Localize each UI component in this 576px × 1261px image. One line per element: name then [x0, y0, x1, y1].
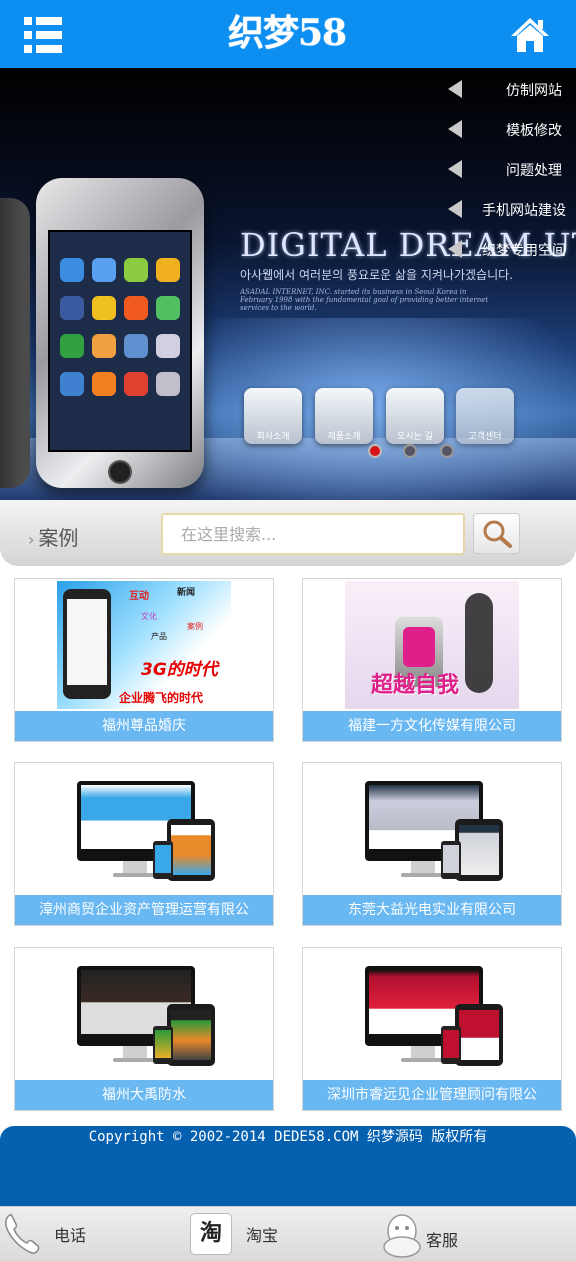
case-caption: 福州大禹防水 [15, 1080, 273, 1110]
case-caption: 福建一方文化传媒有限公司 [303, 711, 561, 741]
case-caption: 漳州商贸企业资产管理运营有限公 [15, 895, 273, 925]
banner-feature-label: 회사소개 [256, 432, 290, 442]
case-image-text: 文化 [141, 612, 157, 621]
arrow-left-icon [448, 240, 462, 258]
footer-copyright: Copyright © 2002-2014 DEDE58.COM 织梦源码 版权… [0, 1126, 576, 1206]
monitor-stand [411, 861, 435, 873]
tablet-image [167, 1004, 215, 1066]
hero-banner[interactable]: DIGITAL DREAM UTOPIA 아사웹에서 여러분의 풍요로운 삶을 … [0, 68, 576, 500]
monitor-stand [123, 861, 147, 873]
side-menu-label: 仿制网站 [506, 83, 562, 99]
search-button[interactable] [473, 513, 520, 554]
case-thumbnail: 互动 新闻 文化 产品 案例 3G的时代 企业腾飞的时代 [57, 581, 231, 709]
side-phone-image [0, 198, 30, 488]
monitor-base [401, 873, 445, 877]
case-image-text: 新闻 [177, 588, 196, 598]
phone-icon [5, 1213, 40, 1254]
side-menu-label: 模板修改 [506, 123, 562, 139]
bottom-nav: 电话 淘 淘宝 客服 [0, 1206, 576, 1261]
monitor-base [113, 873, 157, 877]
case-image-text: 超越自我 [371, 673, 460, 698]
menu-icon[interactable] [24, 17, 62, 53]
phone-image [441, 841, 461, 879]
side-menu-label: 手机网站建设 [482, 203, 566, 219]
phone-image [441, 1026, 461, 1064]
monitor-stand [123, 1046, 147, 1058]
case-thumbnail: 超越自我 [345, 581, 519, 709]
case-thumbnail [57, 950, 231, 1078]
monitor-base [401, 1058, 445, 1062]
phone-screen [48, 230, 192, 452]
side-menu-item[interactable]: 模板修改 [446, 114, 576, 144]
search-bar: › 案例 [0, 500, 576, 566]
side-menu-item[interactable]: 手机网站建设 [446, 194, 576, 224]
case-caption: 东莞大益光电实业有限公司 [303, 895, 561, 925]
top-header: 织梦58 [0, 0, 576, 68]
phone-call-button[interactable]: 电话 [0, 1207, 120, 1261]
search-icon [483, 520, 512, 548]
tablet-image [455, 1004, 503, 1066]
case-card[interactable]: 互动 新闻 文化 产品 案例 3G的时代 企业腾飞的时代 福州尊品婚庆 [14, 578, 274, 742]
search-input[interactable] [161, 513, 465, 555]
customer-service-label: 客服 [426, 1231, 459, 1250]
tablet-image [167, 819, 215, 881]
case-image-text: 3G的时代 [141, 660, 218, 680]
side-menu-item[interactable]: 仿制网站 [446, 74, 576, 104]
case-card[interactable]: 福州大禹防水 [14, 947, 274, 1111]
side-menu-item[interactable]: 织梦专用空间 [446, 234, 576, 264]
side-menu: 仿制网站 模板修改 问题处理 手机网站建设 织梦专用空间 [446, 68, 576, 268]
case-image-text: 企业腾飞的时代 [119, 691, 204, 705]
case-thumbnail [57, 765, 231, 893]
case-caption: 福州尊品婚庆 [15, 711, 273, 741]
side-menu-item[interactable]: 问题处理 [446, 154, 576, 184]
section-title-text: 案例 [38, 526, 79, 550]
banner-feature-label: 제품소개 [327, 432, 361, 442]
case-thumbnail [345, 950, 519, 1078]
arrow-left-icon [448, 200, 462, 218]
arrow-left-icon [448, 80, 462, 98]
case-caption: 深圳市睿远见企业管理顾问有限公 [303, 1080, 561, 1110]
taobao-icon: 淘 [190, 1213, 232, 1255]
banner-subtitle-english: ASADAL INTERNET, INC. started its busine… [240, 288, 489, 312]
case-card[interactable]: 漳州商贸企业资产管理运营有限公 [14, 762, 274, 926]
chevron-right-icon: › [28, 530, 35, 549]
customer-service-button[interactable]: 客服 [378, 1207, 498, 1261]
case-card[interactable]: 东莞大益光电实业有限公司 [302, 762, 562, 926]
side-menu-label: 问题处理 [506, 163, 562, 179]
case-card[interactable]: 深圳市睿远见企业管理顾问有限公 [302, 947, 562, 1111]
slide-dot[interactable] [403, 444, 417, 458]
monitor-stand [411, 1046, 435, 1058]
phone-image [153, 1026, 173, 1064]
taobao-button[interactable]: 淘 淘宝 [190, 1207, 300, 1261]
case-thumbnail [345, 765, 519, 893]
qq-icon [383, 1214, 421, 1258]
case-image-text: 产品 [151, 632, 167, 641]
home-icon[interactable] [510, 17, 550, 53]
taobao-label: 淘宝 [246, 1226, 279, 1245]
site-logo[interactable]: 织梦58 [212, 8, 362, 58]
case-card[interactable]: 超越自我 福建一方文化传媒有限公司 [302, 578, 562, 742]
tablet-image [455, 819, 503, 881]
case-image-text: 互动 [129, 591, 149, 602]
side-menu-label: 织梦专用空间 [482, 243, 566, 259]
phone-image [36, 178, 204, 488]
section-title: › 案例 [28, 522, 78, 551]
banner-feature-label: 고객센터 [468, 432, 502, 442]
phone-image [153, 841, 173, 879]
phone-home-button [108, 460, 132, 484]
arrow-left-icon [448, 160, 462, 178]
phone-label: 电话 [54, 1226, 87, 1245]
banner-feature-label: 오시는 길 [397, 432, 433, 442]
case-image-text: 案例 [187, 622, 203, 631]
banner-subtitle-korean: 아사웹에서 여러분의 풍요로운 삶을 지켜나가겠습니다. [240, 268, 513, 282]
slide-dot[interactable] [440, 444, 454, 458]
monitor-base [113, 1058, 157, 1062]
arrow-left-icon [448, 120, 462, 138]
slide-dot[interactable] [368, 444, 382, 458]
